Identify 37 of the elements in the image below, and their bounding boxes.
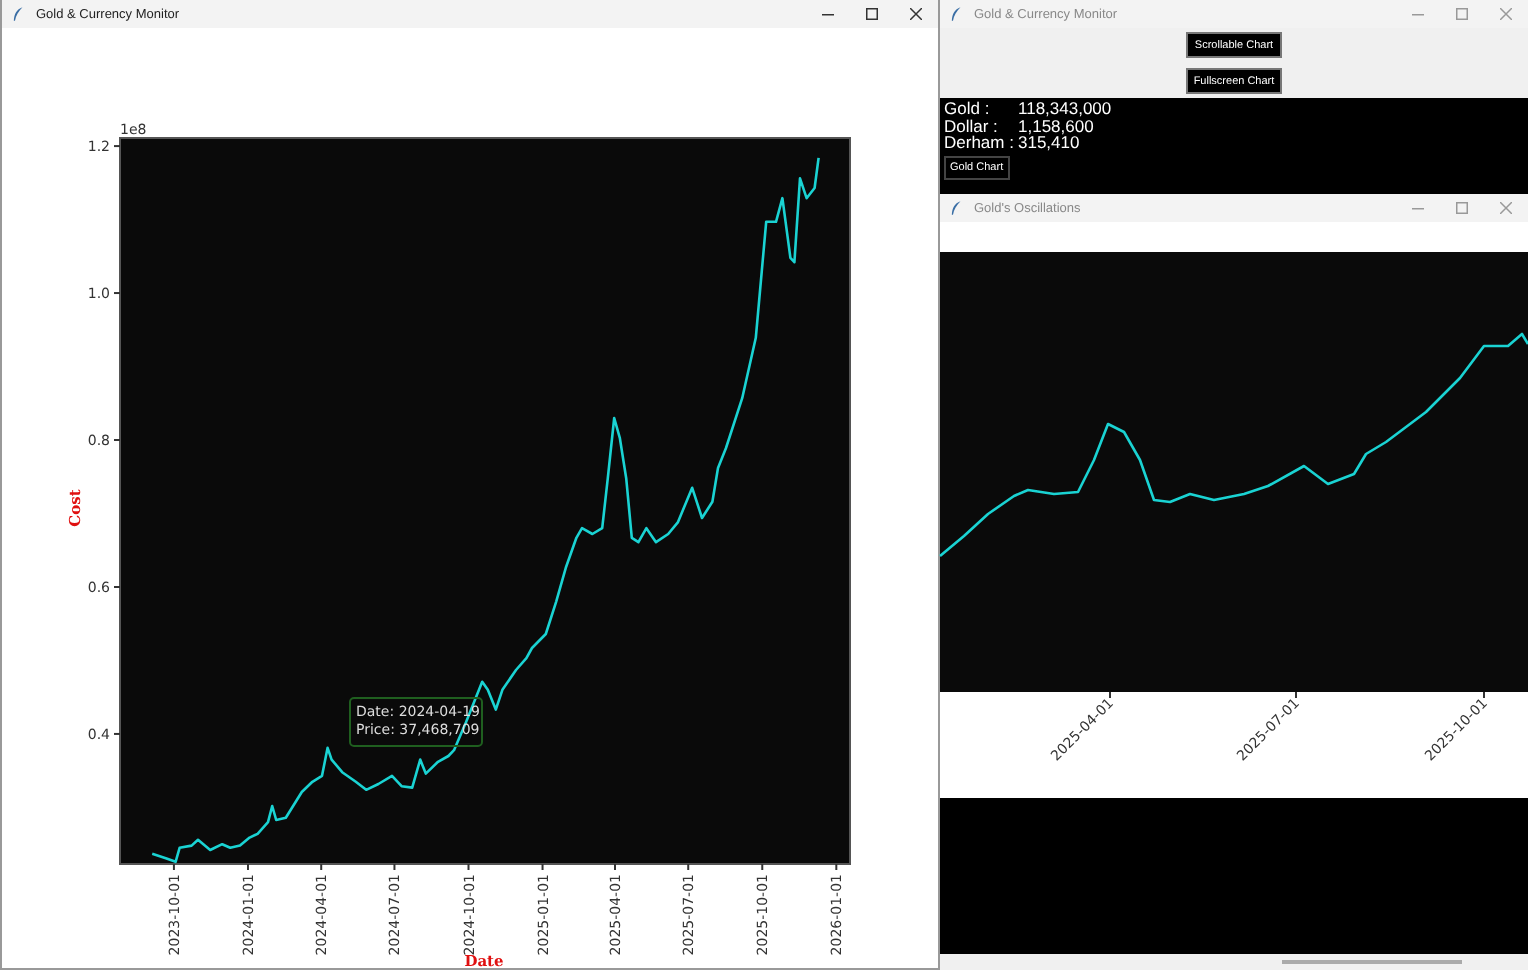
minimize-icon — [1412, 8, 1424, 20]
tick-mark — [113, 439, 121, 441]
maximize-icon — [1456, 202, 1468, 214]
maximize-icon — [1456, 8, 1468, 20]
close-icon — [910, 8, 922, 20]
tick-mark — [113, 732, 121, 735]
rate-label: Derham : — [944, 134, 1014, 151]
tick-mark — [246, 863, 249, 871]
tick-mark — [761, 863, 764, 871]
tick-mark — [835, 863, 838, 871]
tick-mark — [113, 292, 121, 295]
minimize-icon — [1412, 202, 1424, 214]
rate-label: Gold : — [944, 100, 992, 117]
tick-mark — [172, 863, 175, 871]
rate-label: Dollar : — [944, 117, 1000, 134]
tick-mark — [393, 863, 396, 871]
tick-mark — [614, 863, 616, 871]
feather-icon — [950, 6, 962, 22]
maximize-icon — [866, 8, 878, 20]
scrollbar-thumb[interactable] — [1282, 960, 1462, 964]
tick-mark — [467, 863, 470, 871]
tick-mark — [1483, 691, 1485, 699]
tick-mark — [1295, 691, 1297, 699]
rate-value: 118,343,000 — [1018, 100, 1112, 117]
tick-mark — [113, 145, 121, 148]
tick-mark — [687, 863, 690, 871]
rate-value: 1,158,600 — [1018, 117, 1094, 134]
close-icon — [1500, 202, 1512, 214]
minimize-icon — [822, 8, 834, 20]
feather-icon — [12, 6, 24, 22]
tick-mark — [1109, 691, 1111, 699]
tick-mark — [541, 863, 544, 871]
feather-icon — [950, 200, 962, 216]
rate-value: 315,410 — [1018, 134, 1080, 151]
tick-mark — [113, 585, 121, 588]
tick-mark — [320, 863, 323, 871]
close-icon — [1500, 8, 1512, 20]
